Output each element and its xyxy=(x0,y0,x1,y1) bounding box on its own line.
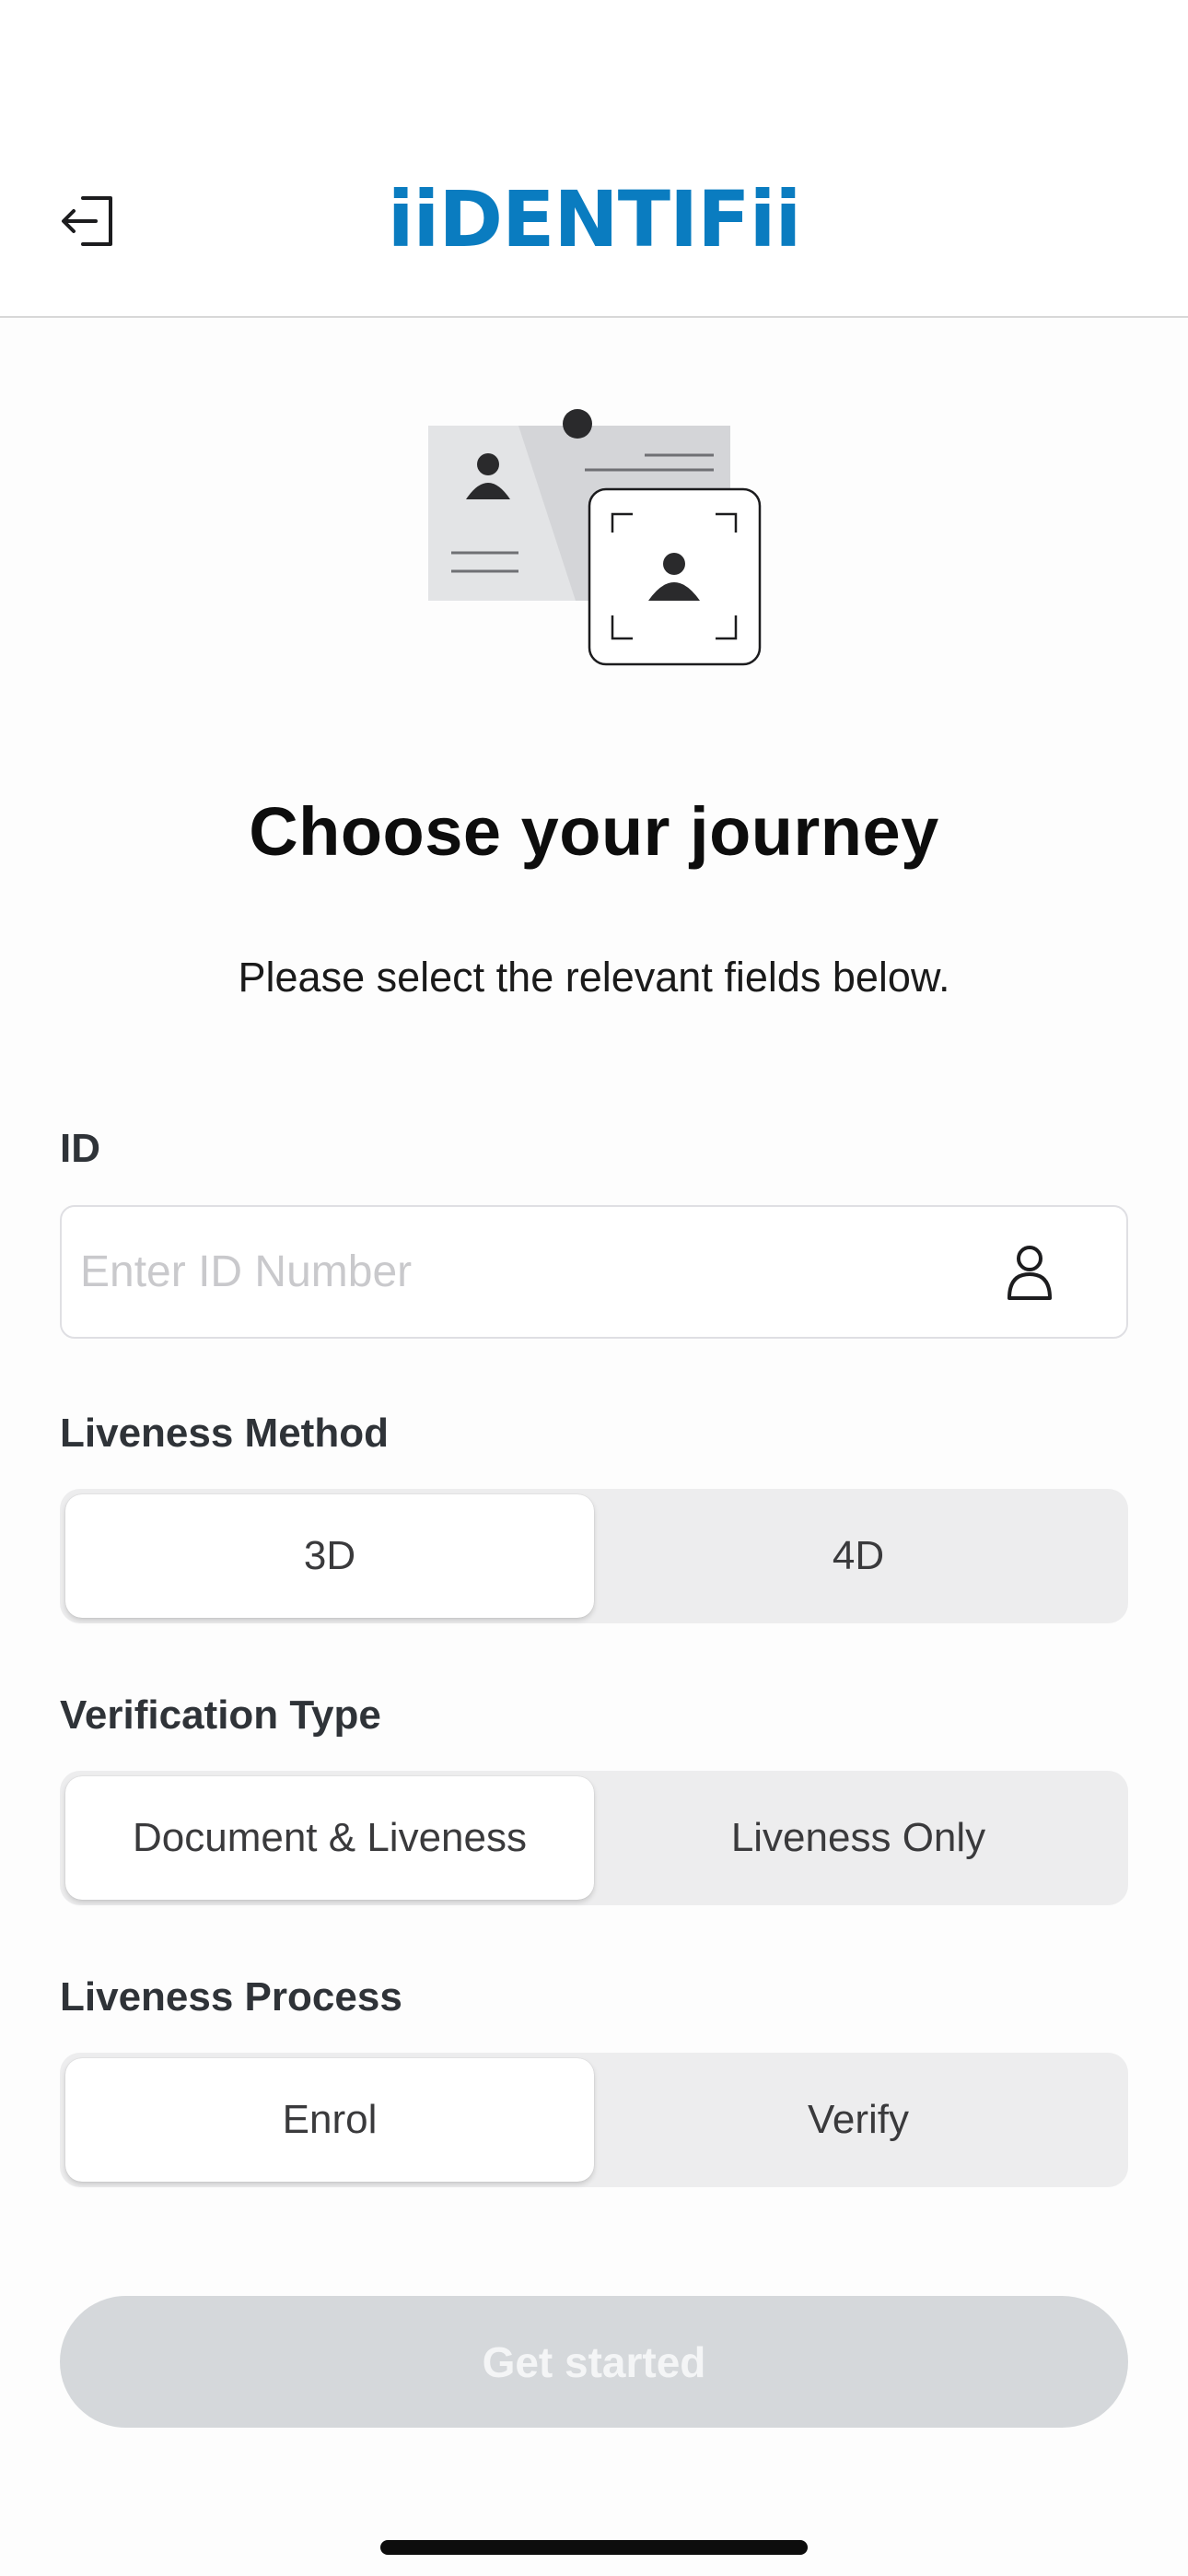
page-title: Choose your journey xyxy=(249,793,939,870)
app-header: iiDENTIFii xyxy=(0,0,1188,318)
liveness-process-option-verify[interactable]: Verify xyxy=(594,2058,1123,2182)
journey-screen: iiDENTIFii Choose your journey Please se… xyxy=(0,0,1188,2576)
liveness-process-option-enrol[interactable]: Enrol xyxy=(65,2058,594,2182)
id-field[interactable] xyxy=(60,1205,1128,1339)
id-number-input[interactable] xyxy=(80,1247,997,1297)
exit-button[interactable] xyxy=(55,189,123,257)
home-indicator[interactable] xyxy=(380,2540,808,2555)
verification-type-option-document-liveness[interactable]: Document & Liveness xyxy=(65,1776,594,1900)
liveness-process-label: Liveness Process xyxy=(60,1974,402,2020)
liveness-method-option-4d[interactable]: 4D xyxy=(594,1494,1123,1618)
id-label: ID xyxy=(60,1126,100,1171)
page-subtitle: Please select the relevant fields below. xyxy=(238,954,950,1001)
liveness-method-option-3d[interactable]: 3D xyxy=(65,1494,594,1618)
brand-logo: iiDENTIFii xyxy=(350,174,838,264)
verification-type-label: Verification Type xyxy=(60,1692,381,1738)
sign-out-icon xyxy=(59,191,120,256)
brand-logo-text: iiDENTIFii xyxy=(387,174,802,264)
liveness-process-toggle: Enrol Verify xyxy=(60,2053,1128,2187)
liveness-method-toggle: 3D 4D xyxy=(60,1489,1128,1623)
person-icon[interactable] xyxy=(997,1240,1062,1305)
liveness-method-label: Liveness Method xyxy=(60,1411,389,1456)
get-started-button[interactable]: Get started xyxy=(60,2296,1128,2428)
id-document-illustration xyxy=(419,394,769,671)
verification-type-toggle: Document & Liveness Liveness Only xyxy=(60,1771,1128,1905)
verification-type-option-liveness-only[interactable]: Liveness Only xyxy=(594,1776,1123,1900)
